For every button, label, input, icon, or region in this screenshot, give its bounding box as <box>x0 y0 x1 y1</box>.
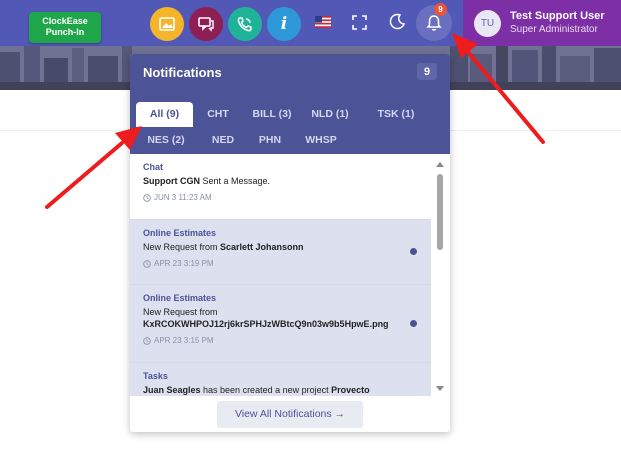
notification-category: Online Estimates <box>143 228 217 238</box>
unread-dot <box>410 320 417 327</box>
tab-phn[interactable]: PHN <box>251 128 289 153</box>
notification-time: APR 23 3:15 PM <box>143 336 418 345</box>
tab-ned[interactable]: NED <box>204 128 242 153</box>
gallery-button[interactable] <box>150 7 184 41</box>
notifications-scrollbar[interactable] <box>434 159 446 396</box>
notifications-header: Notifications 9 All (9) CHT BILL (3) NLD… <box>130 54 450 154</box>
notification-project: Provecto <box>331 385 370 395</box>
clock-icon <box>143 336 151 345</box>
user-name: Test Support User <box>510 10 605 22</box>
tab-nld[interactable]: NLD (1) <box>307 102 353 127</box>
notification-text: New Request from <box>143 242 221 252</box>
notifications-list: Chat Support CGN Sent a Message. JUN 3 1… <box>130 154 431 396</box>
phone-icon <box>237 17 252 32</box>
unread-dot <box>410 248 417 255</box>
clock-icon <box>143 193 151 202</box>
tab-cht[interactable]: CHT <box>200 102 236 127</box>
user-profile-menu[interactable]: TU Test Support User Super Administrator <box>463 0 621 46</box>
notification-time-text: APR 23 3:15 PM <box>154 336 214 345</box>
notification-item[interactable]: Online Estimates New Request from KxRCOK… <box>130 285 431 363</box>
clockease-punch-in-button[interactable]: ClockEase Punch-In <box>29 12 101 43</box>
notification-time-text: APR 23 3:19 PM <box>154 259 214 268</box>
notification-text: New Request from <box>143 307 218 317</box>
notification-category: Tasks <box>143 371 168 381</box>
view-all-notifications-button[interactable]: View All Notifications → <box>217 400 363 428</box>
gallery-icon <box>159 17 175 31</box>
tab-all[interactable]: All (9) <box>136 102 193 127</box>
notification-item[interactable]: Tasks Juan Seagles has been created a ne… <box>130 363 431 396</box>
phone-button[interactable] <box>228 7 262 41</box>
notification-item[interactable]: Chat Support CGN Sent a Message. JUN 3 1… <box>130 154 431 220</box>
notification-sender: Juan Seagles <box>143 385 201 395</box>
tab-nes[interactable]: NES (2) <box>140 128 192 153</box>
tab-tsk[interactable]: TSK (1) <box>372 102 420 127</box>
user-role: Super Administrator <box>510 24 598 35</box>
chat-icon <box>198 17 214 32</box>
notification-text: Sent a Message. <box>200 176 271 186</box>
notification-filename: KxRCOKWHPOJ12rj6krSPHJzWBtcQ9n03w9b5HpwE… <box>143 319 389 329</box>
notification-text: has been created a new project <box>200 385 332 395</box>
clock-button-line1: ClockEase <box>42 16 88 26</box>
notifications-title: Notifications <box>143 65 222 80</box>
notification-category: Chat <box>143 162 163 172</box>
clock-button-line2: Punch-In <box>45 27 85 37</box>
scroll-thumb[interactable] <box>437 174 443 250</box>
moon-icon[interactable] <box>389 13 406 30</box>
scroll-down-arrow[interactable] <box>436 386 444 391</box>
info-button[interactable]: i <box>267 7 301 41</box>
chat-button[interactable] <box>189 7 223 41</box>
notifications-count: 9 <box>417 63 437 80</box>
notification-count-badge: 9 <box>434 3 447 16</box>
notification-category: Online Estimates <box>143 293 217 303</box>
notification-message: Juan Seagles has been created a new proj… <box>143 384 418 396</box>
tab-bill[interactable]: BILL (3) <box>246 102 298 127</box>
notification-message: New Request from Scarlett Johansonn <box>143 241 418 253</box>
us-flag-icon[interactable] <box>315 16 331 28</box>
notification-requester: Scarlett Johansonn <box>220 242 304 252</box>
notifications-footer: View All Notifications → <box>130 396 450 432</box>
arrow-to-all-tab <box>45 141 124 209</box>
notification-message: New Request from KxRCOKWHPOJ12rj6krSPHJz… <box>143 306 418 330</box>
notification-message: Support CGN Sent a Message. <box>143 175 418 187</box>
info-icon: i <box>280 14 288 34</box>
fullscreen-icon[interactable] <box>352 15 367 30</box>
notification-time: JUN 3 11:23 AM <box>143 193 418 202</box>
bell-icon <box>426 15 442 31</box>
notifications-dropdown: Notifications 9 All (9) CHT BILL (3) NLD… <box>130 54 450 432</box>
avatar: TU <box>474 9 501 37</box>
notification-sender: Support CGN <box>143 176 200 186</box>
notification-item[interactable]: Online Estimates New Request from Scarle… <box>130 220 431 285</box>
scroll-up-arrow[interactable] <box>436 162 444 167</box>
user-info: Test Support User Super Administrator <box>510 9 605 37</box>
notification-time: APR 23 3:19 PM <box>143 259 418 268</box>
tab-whsp[interactable]: WHSP <box>299 128 343 153</box>
notification-time-text: JUN 3 11:23 AM <box>154 193 212 202</box>
clock-icon <box>143 259 151 268</box>
